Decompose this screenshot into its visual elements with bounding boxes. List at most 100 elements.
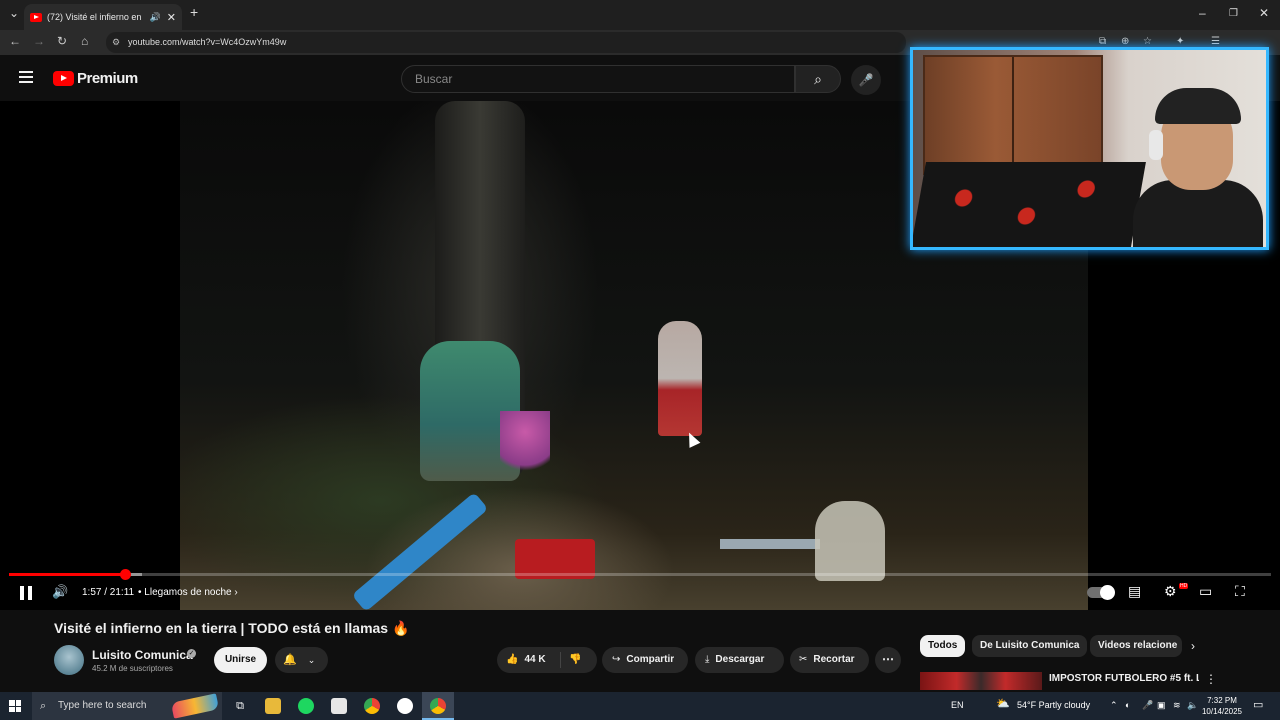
video-info-area: Visité el infierno en la tierra | TODO e… bbox=[0, 610, 1280, 690]
wifi-icon[interactable]: ≋ bbox=[1173, 700, 1181, 711]
thumbs-down-icon: 👎 bbox=[569, 654, 582, 665]
theater-mode-icon[interactable]: ▭ bbox=[1199, 583, 1212, 600]
download-button[interactable]: ⤓ Descargar bbox=[695, 647, 784, 673]
headphones-icon bbox=[1149, 130, 1163, 160]
video-title-text: Visité el infierno en la tierra | TODO e… bbox=[54, 620, 389, 636]
played-bar bbox=[9, 573, 126, 576]
file-explorer-icon[interactable] bbox=[265, 698, 281, 714]
language-indicator[interactable]: EN bbox=[951, 700, 964, 710]
task-view-icon[interactable]: ⧉ bbox=[232, 698, 248, 714]
store-icon[interactable] bbox=[331, 698, 347, 714]
thumbs-up-icon: 👍 bbox=[506, 654, 519, 665]
chip-all[interactable]: Todos bbox=[920, 635, 966, 657]
taskbar-search-placeholder: Type here to search bbox=[58, 700, 147, 711]
obs-icon[interactable] bbox=[397, 698, 413, 714]
channel-name[interactable]: Luisito Comunica bbox=[92, 648, 193, 662]
active-chrome-app[interactable] bbox=[422, 692, 454, 720]
fire-emoji: 🔥 bbox=[391, 620, 410, 636]
chip-from-channel[interactable]: De Luisito Comunica bbox=[972, 635, 1088, 657]
new-tab-icon[interactable]: + bbox=[190, 4, 198, 20]
browser-tab[interactable]: (72) Visité el infierno en la tierra | T… bbox=[24, 4, 182, 30]
channel-avatar[interactable] bbox=[54, 645, 84, 675]
youtube-favicon-icon bbox=[30, 12, 42, 22]
search-input[interactable]: Buscar bbox=[401, 65, 795, 93]
join-button[interactable]: Unirse bbox=[214, 647, 267, 673]
download-label: Descargar bbox=[715, 654, 765, 665]
more-vert-icon[interactable]: ⋮ bbox=[1205, 672, 1217, 686]
webcam-overlay bbox=[910, 47, 1269, 250]
share-button[interactable]: ↪ Compartir bbox=[602, 647, 688, 673]
restore-icon[interactable]: ❐ bbox=[1229, 8, 1238, 19]
forward-icon[interactable]: → bbox=[33, 34, 45, 48]
dislike-button[interactable]: 👎 bbox=[569, 647, 581, 673]
tab-title: (72) Visité el infierno en la tierra | T… bbox=[47, 12, 144, 22]
player-controls: 🔊 1:57 / 21:11 • Llegamos de noche › ▤ ⚙… bbox=[0, 581, 1280, 607]
tray-app2-icon[interactable]: ▣ bbox=[1157, 700, 1166, 711]
chevron-right-icon[interactable]: › bbox=[1191, 639, 1195, 653]
volume-icon[interactable]: 🔊 bbox=[52, 584, 68, 600]
notifications-icon[interactable]: ▭ bbox=[1253, 698, 1263, 711]
share-label: Compartir bbox=[626, 654, 675, 665]
download-icon: ⤓ bbox=[705, 654, 710, 665]
taskbar-search-input[interactable]: ⌕ Type here to search bbox=[32, 692, 222, 720]
fullscreen-icon[interactable]: ⛶ bbox=[1235, 583, 1245, 600]
more-actions-icon[interactable]: ⋯ bbox=[875, 647, 901, 673]
spotify-icon[interactable] bbox=[298, 698, 314, 714]
like-count: 44 K bbox=[524, 654, 546, 665]
extensions-icon[interactable]: ✦ bbox=[1176, 36, 1184, 47]
site-info-icon[interactable]: ⚙ bbox=[112, 32, 120, 53]
search-button[interactable]: ⌕ bbox=[795, 65, 841, 93]
recommendation-chips: Todos De Luisito Comunica Videos relacio… bbox=[920, 635, 1210, 657]
pause-button[interactable] bbox=[20, 586, 33, 600]
settings-gear-icon[interactable]: ⚙ bbox=[1164, 583, 1177, 600]
autoplay-toggle[interactable] bbox=[1087, 585, 1115, 600]
tray-app-icon[interactable]: ◐ bbox=[1125, 700, 1130, 710]
like-dislike-group: 👍 44 K 👎 bbox=[497, 647, 597, 673]
speaker-icon[interactable]: 🔈 bbox=[1187, 700, 1198, 711]
bed bbox=[913, 162, 1146, 247]
progress-bar[interactable] bbox=[9, 569, 1271, 580]
logo-text: Premium bbox=[77, 70, 138, 87]
reload-icon[interactable]: ↻ bbox=[57, 34, 67, 48]
system-clock[interactable]: 7:32 PM 10/14/2025 bbox=[1198, 695, 1246, 717]
zoom-icon[interactable]: ⊕ bbox=[1121, 36, 1129, 47]
microphone-icon[interactable]: 🎤 bbox=[1142, 700, 1153, 711]
flower-decoration bbox=[500, 411, 550, 481]
voice-search-button[interactable]: 🎤 bbox=[851, 65, 881, 95]
chip-related[interactable]: Videos relacione bbox=[1090, 635, 1182, 657]
video-title: Visité el infierno en la tierra | TODO e… bbox=[54, 620, 409, 637]
subtitles-icon[interactable]: ▤ bbox=[1128, 583, 1141, 600]
verified-check-icon: ✓ bbox=[187, 649, 196, 658]
close-tab-icon[interactable]: ✕ bbox=[167, 11, 176, 24]
weather-icon[interactable]: ⛅ bbox=[996, 697, 1010, 710]
tray-chevron-up-icon[interactable]: ⌃ bbox=[1110, 700, 1118, 711]
weather-text[interactable]: 54°F Partly cloudy bbox=[1017, 700, 1090, 710]
home-icon[interactable]: ⌂ bbox=[81, 34, 88, 48]
chair bbox=[815, 501, 885, 581]
youtube-logo[interactable]: Premium bbox=[53, 70, 138, 87]
omnibox[interactable]: ⚙ youtube.com/watch?v=Wc4OzwYm49w bbox=[106, 32, 906, 53]
bookmark-star-icon[interactable]: ☆ bbox=[1143, 36, 1152, 47]
close-window-icon[interactable]: ✕ bbox=[1259, 6, 1269, 20]
chapter-button[interactable]: • Llegamos de noche › bbox=[138, 587, 238, 598]
browser-tab-bar: ⌄ (72) Visité el infierno en la tierra |… bbox=[0, 0, 1280, 30]
notifications-bell-button[interactable]: 🔔 ⌄ bbox=[275, 647, 328, 673]
windows-start-icon[interactable] bbox=[9, 700, 21, 712]
scrubber-handle[interactable] bbox=[120, 569, 132, 580]
tab-list-chevron-icon[interactable]: ⌄ bbox=[9, 6, 19, 20]
clip-button[interactable]: ✂ Recortar bbox=[790, 647, 869, 673]
like-button[interactable]: 👍 44 K bbox=[506, 647, 546, 673]
like-divider bbox=[560, 652, 561, 668]
back-icon[interactable]: ← bbox=[9, 34, 21, 48]
install-app-icon[interactable]: ⧉ bbox=[1099, 36, 1106, 47]
reading-list-icon[interactable]: ☰ bbox=[1211, 36, 1220, 47]
microphone-icon: 🎤 bbox=[858, 73, 874, 87]
minimize-icon[interactable]: – bbox=[1199, 6, 1206, 20]
clock-time: 7:32 PM bbox=[1207, 696, 1237, 705]
url-text: youtube.com/watch?v=Wc4OzwYm49w bbox=[128, 37, 287, 47]
chrome-icon[interactable] bbox=[364, 698, 380, 714]
recommendation-thumbnail[interactable] bbox=[920, 672, 1042, 690]
audio-playing-icon[interactable]: 🔊 bbox=[150, 12, 161, 23]
hamburger-menu-icon[interactable] bbox=[19, 71, 33, 86]
hd-badge: HD bbox=[1179, 583, 1189, 589]
